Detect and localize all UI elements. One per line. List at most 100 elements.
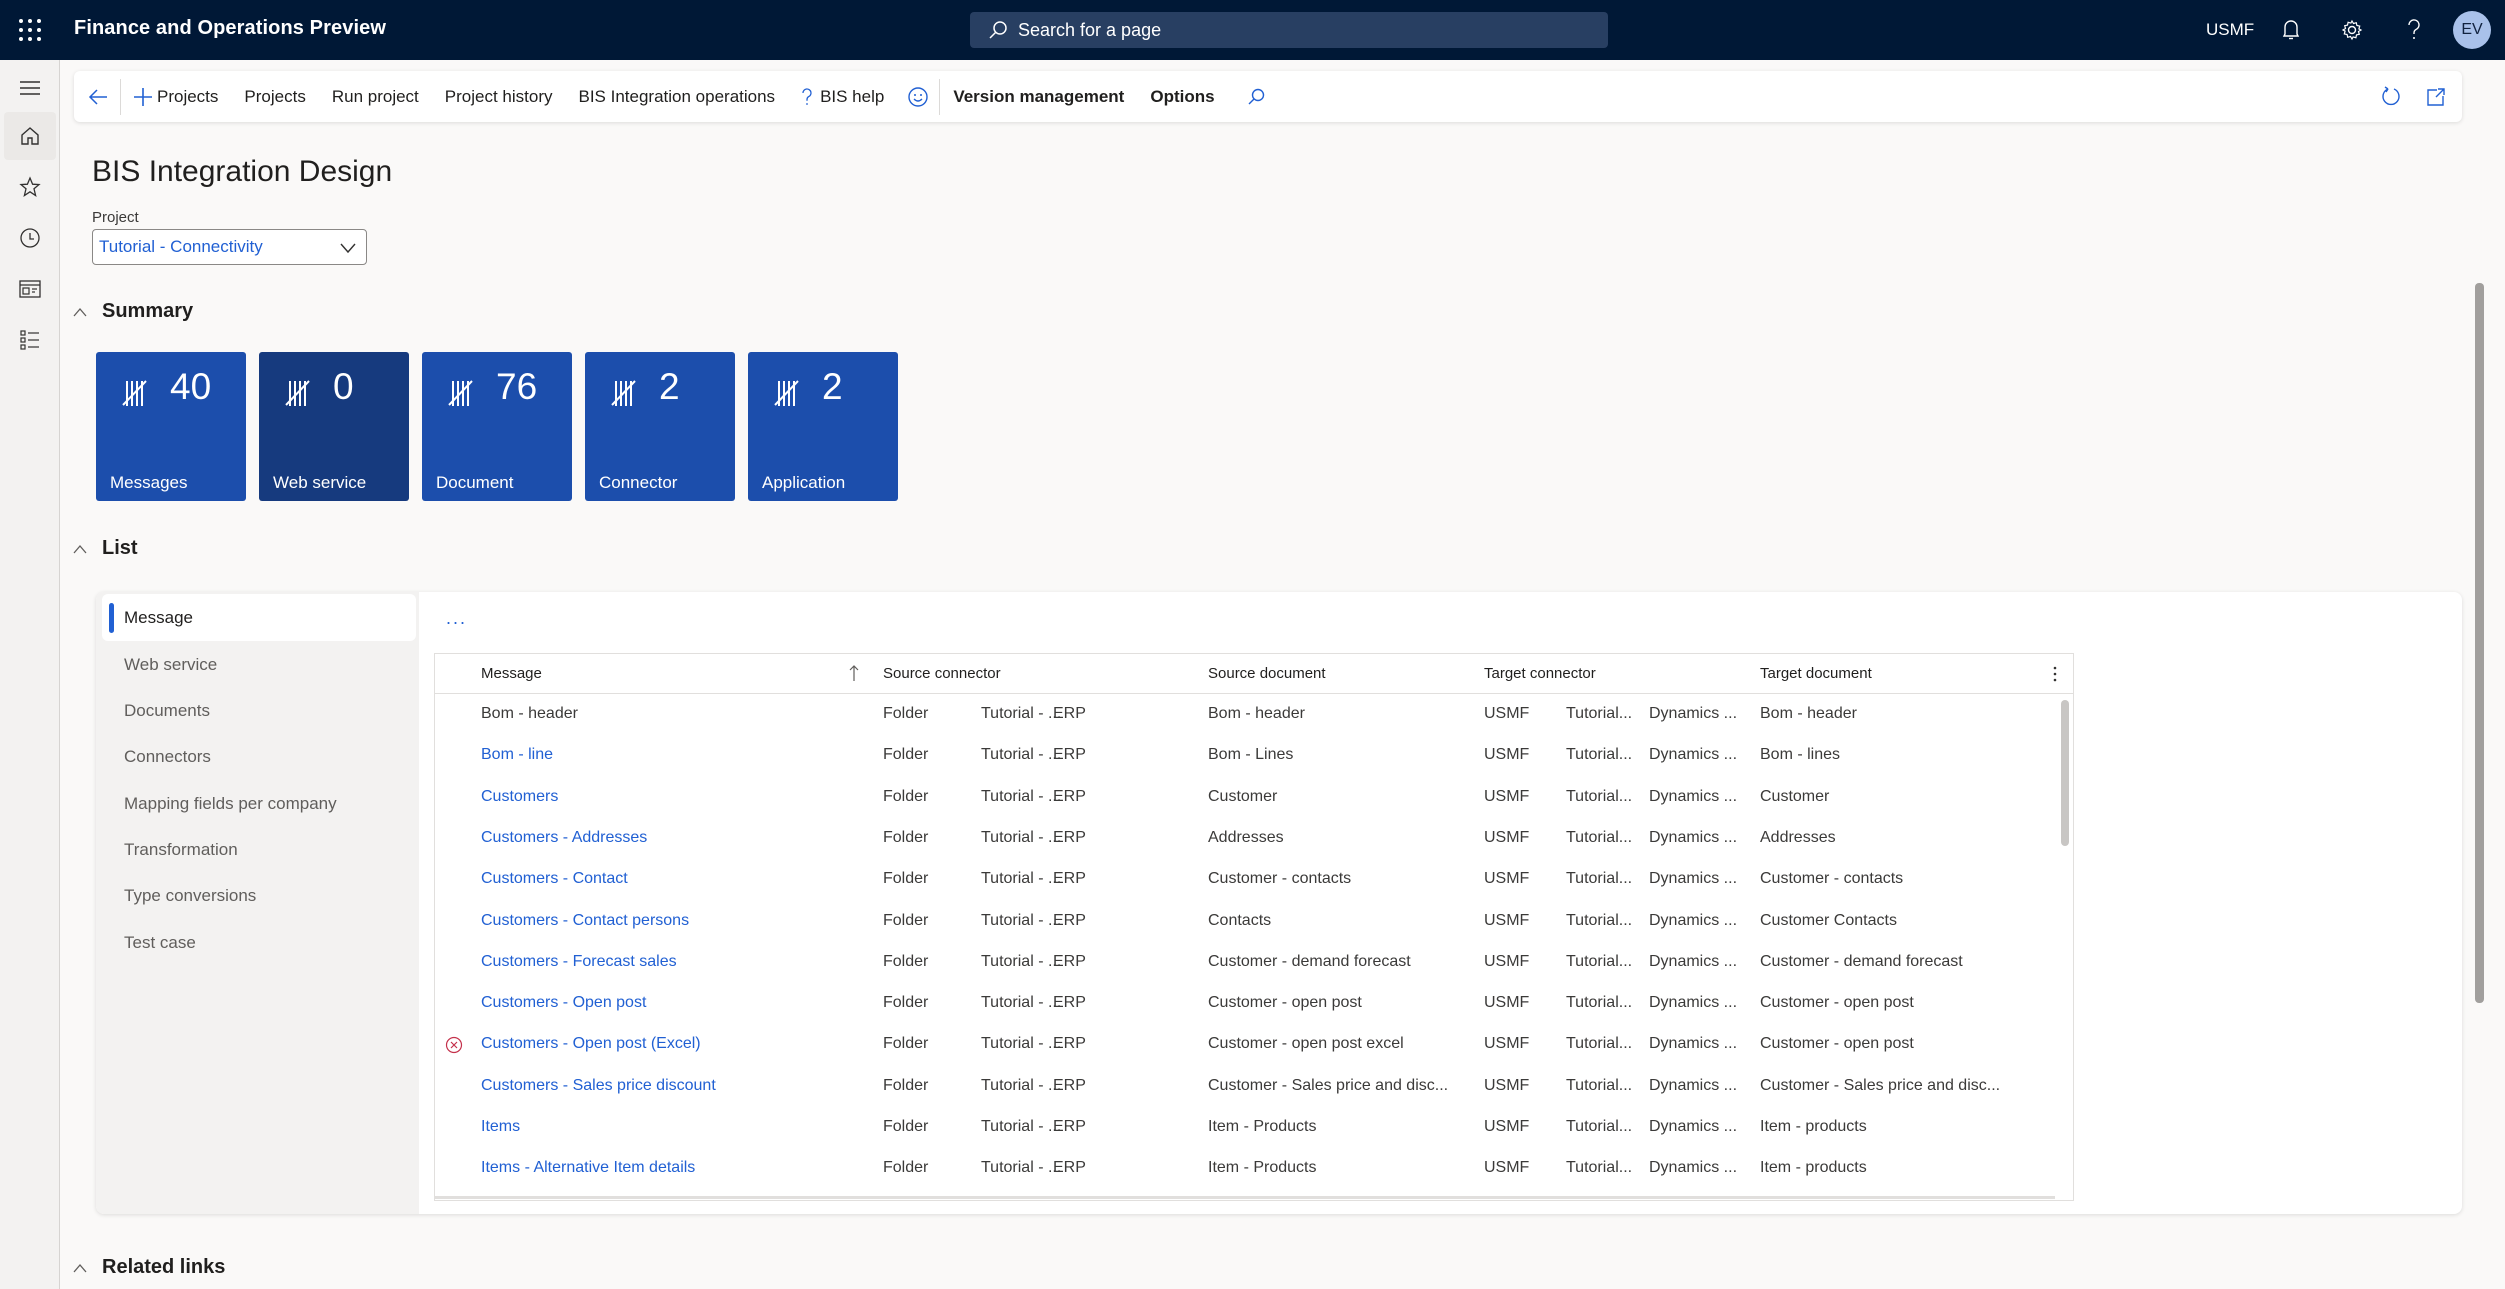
related-links-section-header[interactable]: Related links xyxy=(72,1256,225,1279)
cell-source-document: Customer xyxy=(1208,787,1278,805)
chevron-up-icon xyxy=(73,544,87,553)
table-row[interactable]: Customers - Contact Folder Tutorial - ... E… xyxy=(435,860,2055,901)
user-avatar[interactable]: EV xyxy=(2453,11,2491,49)
related-links-label: Related links xyxy=(102,1256,226,1278)
tile-application[interactable]: 2 Application xyxy=(748,352,898,501)
tile-label: Document xyxy=(436,473,514,492)
cell-message[interactable]: Customers - Contact xyxy=(481,870,628,888)
cell-message[interactable]: Bom - line xyxy=(481,746,553,764)
table-row[interactable]: Bom - header Folder Tutorial - ... ERP Bom -… xyxy=(435,695,2055,736)
notifications-icon[interactable] xyxy=(2277,16,2305,44)
grid-horizontal-scrollbar[interactable] xyxy=(435,1196,2055,1199)
back-button[interactable] xyxy=(74,71,120,122)
cell-source-document: Customer - open post excel xyxy=(1208,1035,1404,1053)
options-tab[interactable]: Options xyxy=(1137,71,1227,122)
table-row[interactable]: Customers - Addresses Folder Tutorial - ..… xyxy=(435,819,2055,860)
tab-transformation[interactable]: Transformation xyxy=(102,826,416,873)
cell-target-application: Dynamics ... xyxy=(1649,787,1738,805)
feedback-smiley-button[interactable] xyxy=(897,71,939,122)
cell-source-application: ERP xyxy=(1053,1159,1086,1177)
cell-message[interactable]: Customers - Contact persons xyxy=(481,912,689,930)
cell-target-application: Dynamics ... xyxy=(1649,746,1738,764)
action-search-button[interactable] xyxy=(1228,71,1279,122)
version-management-tab[interactable]: Version management xyxy=(940,71,1137,122)
page-vertical-scrollbar[interactable] xyxy=(2475,283,2484,1003)
tile-count: 2 xyxy=(659,366,680,407)
tab-test-case[interactable]: Test case xyxy=(102,919,416,966)
run-project-button[interactable]: Run project xyxy=(319,71,432,122)
company-selector[interactable]: USMF xyxy=(2206,20,2254,40)
project-history-button[interactable]: Project history xyxy=(432,71,566,122)
tile-messages[interactable]: 40 Messages xyxy=(96,352,246,501)
tile-count: 2 xyxy=(822,366,843,407)
tab-mapping-fields-per-company[interactable]: Mapping fields per company xyxy=(102,780,416,827)
table-row[interactable]: Customers - Contact persons Folder Tutoria… xyxy=(435,902,2055,943)
cell-source-connector-type: Folder xyxy=(883,1035,929,1053)
table-row[interactable]: Customers - Open post Folder Tutorial - ..… xyxy=(435,984,2055,1025)
column-header-message[interactable]: Message xyxy=(481,665,542,682)
settings-gear-icon[interactable] xyxy=(2338,16,2366,44)
cell-source-connector-name: Tutorial - ... xyxy=(981,911,1062,929)
tab-message[interactable]: Message xyxy=(102,594,416,641)
cell-message[interactable]: Customers - Addresses xyxy=(481,829,647,847)
tab-connectors[interactable]: Connectors xyxy=(102,733,416,780)
tile-web-service[interactable]: 0 Web service xyxy=(259,352,409,501)
cell-message[interactable]: Customers - Forecast sales xyxy=(481,953,677,971)
nav-menu-icon[interactable] xyxy=(4,64,56,112)
cell-target-connector-name: Tutorial... xyxy=(1566,1159,1633,1177)
cell-source-connector-name: Tutorial - ... xyxy=(981,952,1062,970)
nav-workspaces-icon[interactable] xyxy=(4,265,56,313)
bis-help-button[interactable]: BIS help xyxy=(788,71,897,122)
tile-document[interactable]: 76 Document xyxy=(422,352,572,501)
cell-source-connector-type: Folder xyxy=(883,911,929,929)
table-row[interactable]: Bom - line Folder Tutorial - ... ERP Bom - L… xyxy=(435,736,2055,777)
column-options-kebab-icon[interactable] xyxy=(2052,665,2058,683)
cell-message[interactable]: Items - Alternative Item details xyxy=(481,1159,695,1177)
cell-target-connector-name: Tutorial... xyxy=(1566,1118,1633,1135)
column-header-source-document[interactable]: Source document xyxy=(1208,665,1326,682)
table-row[interactable]: Items Folder Tutorial - ... ERP Item - Produ… xyxy=(435,1108,2055,1149)
sort-ascending-arrow-icon[interactable] xyxy=(849,664,859,682)
nav-modules-list-icon[interactable] xyxy=(4,316,56,364)
app-launcher-icon[interactable] xyxy=(19,19,41,41)
table-row[interactable]: Items - Alternative Item details Folder Tu… xyxy=(435,1149,2055,1190)
table-row[interactable]: Customers Folder Tutorial - ... ERP Customer… xyxy=(435,778,2055,819)
table-row[interactable]: Customers - Open post (Excel) Folder Tutor… xyxy=(435,1025,2055,1066)
column-header-target-document[interactable]: Target document xyxy=(1760,665,1872,682)
nav-recent-clock-icon[interactable] xyxy=(4,214,56,262)
vertical-tabs: Message Web service Documents Connectors… xyxy=(96,592,419,1214)
table-row[interactable]: Customers - Forecast sales Folder Tutorial… xyxy=(435,943,2055,984)
help-icon[interactable] xyxy=(2400,16,2428,44)
nav-home-icon[interactable] xyxy=(4,112,56,160)
column-header-source-connector[interactable]: Source connector xyxy=(883,665,1001,682)
cell-message[interactable]: Items xyxy=(481,1118,520,1136)
summary-section-header[interactable]: Summary xyxy=(72,300,193,323)
more-options-button[interactable]: ... xyxy=(446,608,467,629)
page-search-input[interactable]: Search for a page xyxy=(970,12,1608,48)
open-in-new-window-button[interactable] xyxy=(2416,71,2462,122)
cell-message[interactable]: Customers - Open post xyxy=(481,994,646,1012)
cell-message[interactable]: Customers - Sales price discount xyxy=(481,1077,716,1095)
cell-source-connector-type: Folder xyxy=(883,746,929,764)
column-header-target-connector[interactable]: Target connector xyxy=(1484,665,1596,682)
tab-web-service[interactable]: Web service xyxy=(102,641,416,688)
tile-connector[interactable]: 2 Connector xyxy=(585,352,735,501)
nav-favorites-star-icon[interactable] xyxy=(4,163,56,211)
grid-vertical-scrollbar[interactable] xyxy=(2061,700,2069,846)
new-project-label: Projects xyxy=(157,86,219,106)
cell-target-document: Customer Contacts xyxy=(1760,911,1897,929)
cell-message[interactable]: Customers xyxy=(481,788,558,806)
projects-button[interactable]: Projects xyxy=(231,71,318,122)
tab-type-conversions[interactable]: Type conversions xyxy=(102,872,416,919)
new-project-button[interactable]: Projects xyxy=(121,71,231,122)
cell-message[interactable]: Customers - Open post (Excel) xyxy=(481,1035,701,1053)
tally-icon xyxy=(774,380,799,406)
cell-target-document: Addresses xyxy=(1760,828,1836,846)
project-dropdown[interactable]: Tutorial - Connectivity xyxy=(92,229,367,265)
list-section-header[interactable]: List xyxy=(72,537,138,560)
table-row[interactable]: Customers - Sales price discount Folder Tu… xyxy=(435,1067,2055,1108)
bis-integration-operations-button[interactable]: BIS Integration operations xyxy=(565,71,788,122)
refresh-button[interactable] xyxy=(2366,71,2416,122)
tab-documents[interactable]: Documents xyxy=(102,687,416,734)
cell-source-connector-type: Folder xyxy=(883,1076,929,1094)
